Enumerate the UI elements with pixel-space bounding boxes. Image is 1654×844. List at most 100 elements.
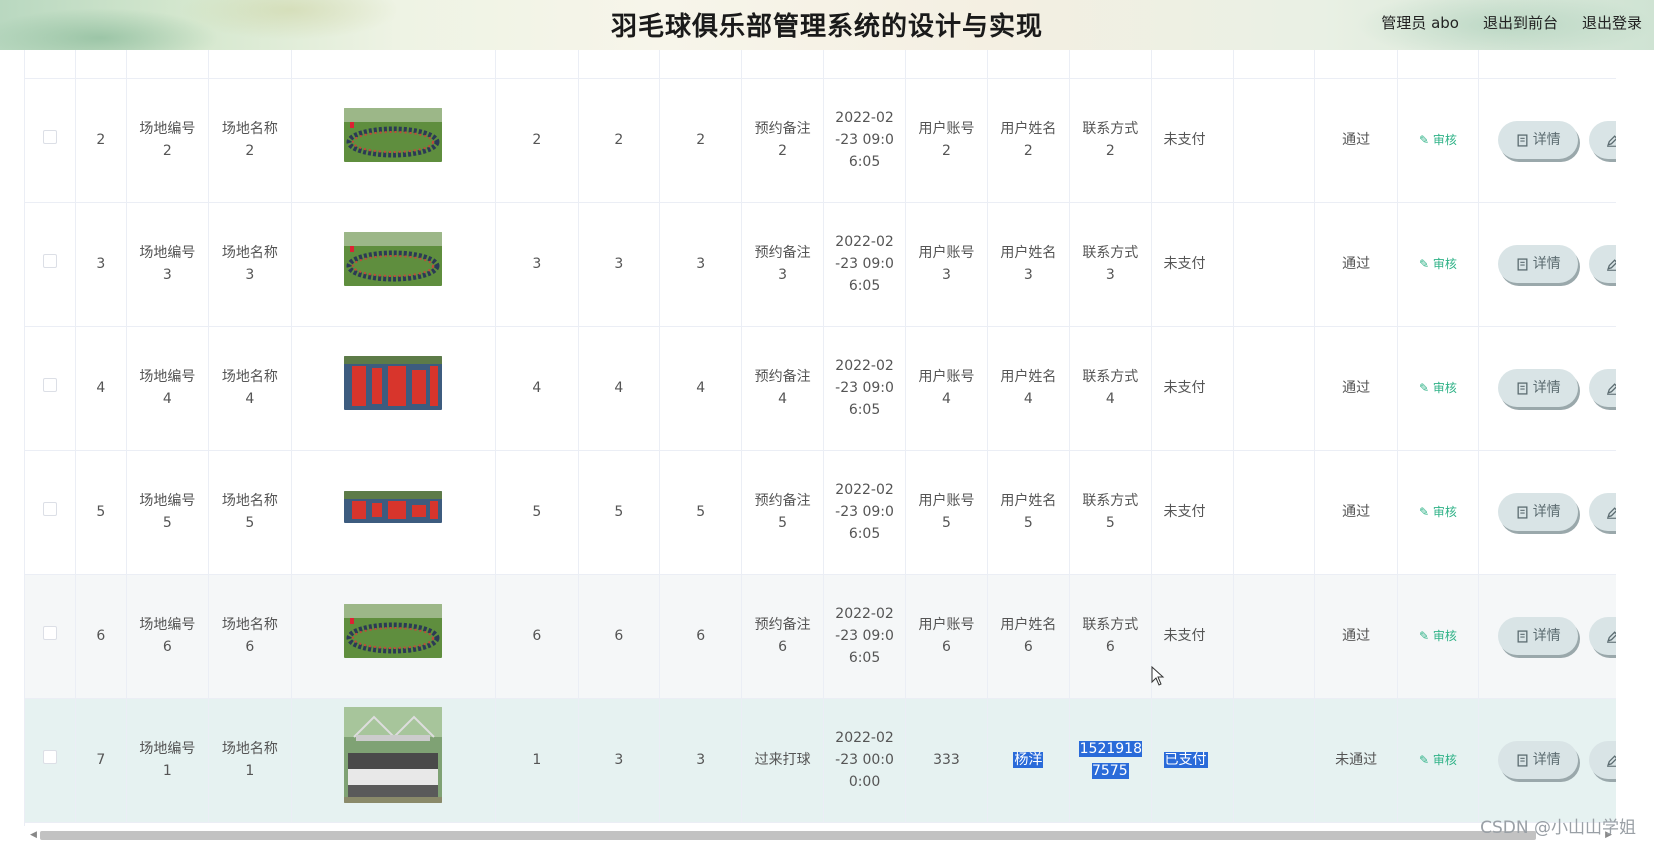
row-actions: 详情 修改 [1478, 450, 1616, 575]
venue-image [344, 356, 443, 410]
row-select-cell[interactable] [25, 78, 77, 203]
payment-status: 未支付 [1151, 78, 1234, 203]
detail-button[interactable]: 详情 [1498, 493, 1579, 531]
row-checkbox[interactable] [43, 254, 58, 268]
row-checkbox[interactable] [43, 750, 58, 764]
pen-icon [1606, 258, 1616, 271]
venue-name: 场地名称 6 [208, 574, 292, 699]
detail-button[interactable]: 详情 [1498, 741, 1579, 779]
audit-link[interactable]: ✎ 审核 [1419, 133, 1457, 147]
booking-note: 预约备注 3 [741, 202, 824, 327]
payment-status-text: 未支付 [1163, 504, 1206, 520]
venue-image [344, 232, 443, 286]
audit-link[interactable]: ✎ 审核 [1419, 257, 1457, 271]
edit-button[interactable]: 修改 [1588, 617, 1616, 655]
user-name-text: 用户姓名 3 [1000, 245, 1057, 283]
horizontal-scrollbar[interactable]: ◀ ▶ [24, 826, 1616, 844]
scrollbar-thumb[interactable] [40, 831, 1536, 840]
empty-cell [1233, 698, 1316, 823]
audit-status: 通过 [1314, 202, 1398, 327]
back-to-frontend-link[interactable]: 退出到前台 [1483, 12, 1558, 33]
pen-icon [1606, 754, 1616, 767]
row-select-cell[interactable] [25, 574, 77, 699]
contact-phone-text: 联系方式 3 [1082, 245, 1139, 283]
logout-link[interactable]: 退出登录 [1582, 12, 1642, 33]
audit-link[interactable]: ✎ 审核 [1419, 629, 1457, 643]
row-select-cell[interactable] [25, 202, 77, 327]
venue-number: 场地编号 6 [126, 574, 210, 699]
edit-button[interactable]: 修改 [1588, 493, 1616, 531]
booking-table-container: 2 场地编号 2 场地名称 2 2 2 2 预约备注 2 2022-02 -23… [24, 50, 1616, 826]
edit-button[interactable]: 修改 [1588, 121, 1616, 159]
table-row[interactable]: 2 场地编号 2 场地名称 2 2 2 2 预约备注 2 2022-02 -23… [25, 78, 1616, 203]
row-index: 5 [75, 450, 127, 575]
venue-name: 场地名称 5 [208, 450, 292, 575]
table-row-partial [25, 50, 1616, 79]
value-col-1: 4 [495, 326, 579, 451]
vertical-scroll-area [1616, 50, 1654, 826]
audit-label: 审核 [1432, 629, 1457, 643]
user-name: 用户姓名 4 [987, 326, 1071, 451]
venue-image-cell [291, 574, 497, 699]
venue-image-cell [291, 698, 497, 823]
row-checkbox[interactable] [43, 130, 58, 144]
audit-link[interactable]: ✎ 审核 [1419, 381, 1457, 395]
edit-button[interactable]: 修改 [1588, 245, 1616, 283]
user-name: 杨洋 [987, 698, 1071, 823]
table-row[interactable]: 5 场地编号 5 场地名称 5 5 5 5 预约备注 5 2022-02 -23… [25, 450, 1616, 575]
user-name: 用户姓名 3 [987, 202, 1071, 327]
booking-time: 2022-02 -23 09:0 6:05 [823, 450, 907, 575]
value-col-3: 3 [659, 202, 743, 327]
row-select-cell[interactable] [25, 450, 77, 575]
user-account: 用户账号 2 [905, 78, 988, 203]
table-row[interactable]: 4 场地编号 4 场地名称 4 4 4 4 预约备注 4 2022-02 -23… [25, 326, 1616, 451]
detail-button[interactable]: 详情 [1498, 617, 1579, 655]
table-row[interactable]: 7 场地编号 1 场地名称 1 1 3 3 过来打球 2022-02 -23 0… [25, 698, 1616, 823]
payment-status: 未支付 [1151, 202, 1234, 327]
table-row[interactable]: 3 场地编号 3 场地名称 3 3 3 3 预约备注 3 2022-02 -23… [25, 202, 1616, 327]
edit-button[interactable]: 修改 [1588, 369, 1616, 407]
audit-status: 未通过 [1314, 698, 1398, 823]
booking-note: 预约备注 2 [741, 78, 824, 203]
table-row[interactable]: 6 场地编号 6 场地名称 6 6 6 6 预约备注 6 2022-02 -23… [25, 574, 1616, 699]
contact-phone-text: 联系方式 6 [1082, 617, 1139, 655]
row-checkbox[interactable] [43, 626, 58, 640]
user-name-text: 用户姓名 5 [1000, 493, 1057, 531]
row-index: 6 [75, 574, 127, 699]
detail-button[interactable]: 详情 [1498, 121, 1579, 159]
contact-phone: 联系方式 4 [1069, 326, 1152, 451]
detail-button[interactable]: 详情 [1498, 245, 1579, 283]
empty-cell [1233, 574, 1316, 699]
mouse-cursor-icon [1151, 666, 1165, 686]
audit-action-cell: ✎ 审核 [1397, 202, 1480, 327]
value-col-2: 6 [578, 574, 660, 699]
payment-status-text: 未支付 [1163, 628, 1206, 644]
value-col-2: 5 [578, 450, 660, 575]
header-user-menu: 管理员 abo 退出到前台 退出登录 [1381, 12, 1642, 33]
user-name-text: 用户姓名 4 [1000, 369, 1057, 407]
value-col-3: 4 [659, 326, 743, 451]
payment-status-text: 已支付 [1163, 752, 1208, 768]
scroll-left-icon[interactable]: ◀ [30, 830, 37, 840]
audit-action-cell: ✎ 审核 [1397, 698, 1480, 823]
venue-image-cell [291, 326, 497, 451]
row-select-cell[interactable] [25, 326, 77, 451]
audit-link[interactable]: ✎ 审核 [1419, 753, 1457, 767]
row-checkbox[interactable] [43, 378, 58, 392]
row-select-cell[interactable] [25, 698, 77, 823]
pen-icon [1606, 134, 1616, 147]
audit-label: 审核 [1432, 257, 1457, 271]
user-name-text: 用户姓名 6 [1000, 617, 1057, 655]
detail-button[interactable]: 详情 [1498, 369, 1579, 407]
row-checkbox[interactable] [43, 502, 58, 516]
document-icon [1516, 753, 1529, 767]
audit-link[interactable]: ✎ 审核 [1419, 505, 1457, 519]
user-account: 用户账号 3 [905, 202, 988, 327]
edit-button[interactable]: 修改 [1588, 741, 1616, 779]
venue-number: 场地编号 3 [126, 202, 210, 327]
user-account: 333 [905, 698, 988, 823]
venue-number: 场地编号 5 [126, 450, 210, 575]
audit-status: 通过 [1314, 78, 1398, 203]
row-actions: 详情 修改 [1478, 326, 1616, 451]
empty-cell [1233, 202, 1316, 327]
